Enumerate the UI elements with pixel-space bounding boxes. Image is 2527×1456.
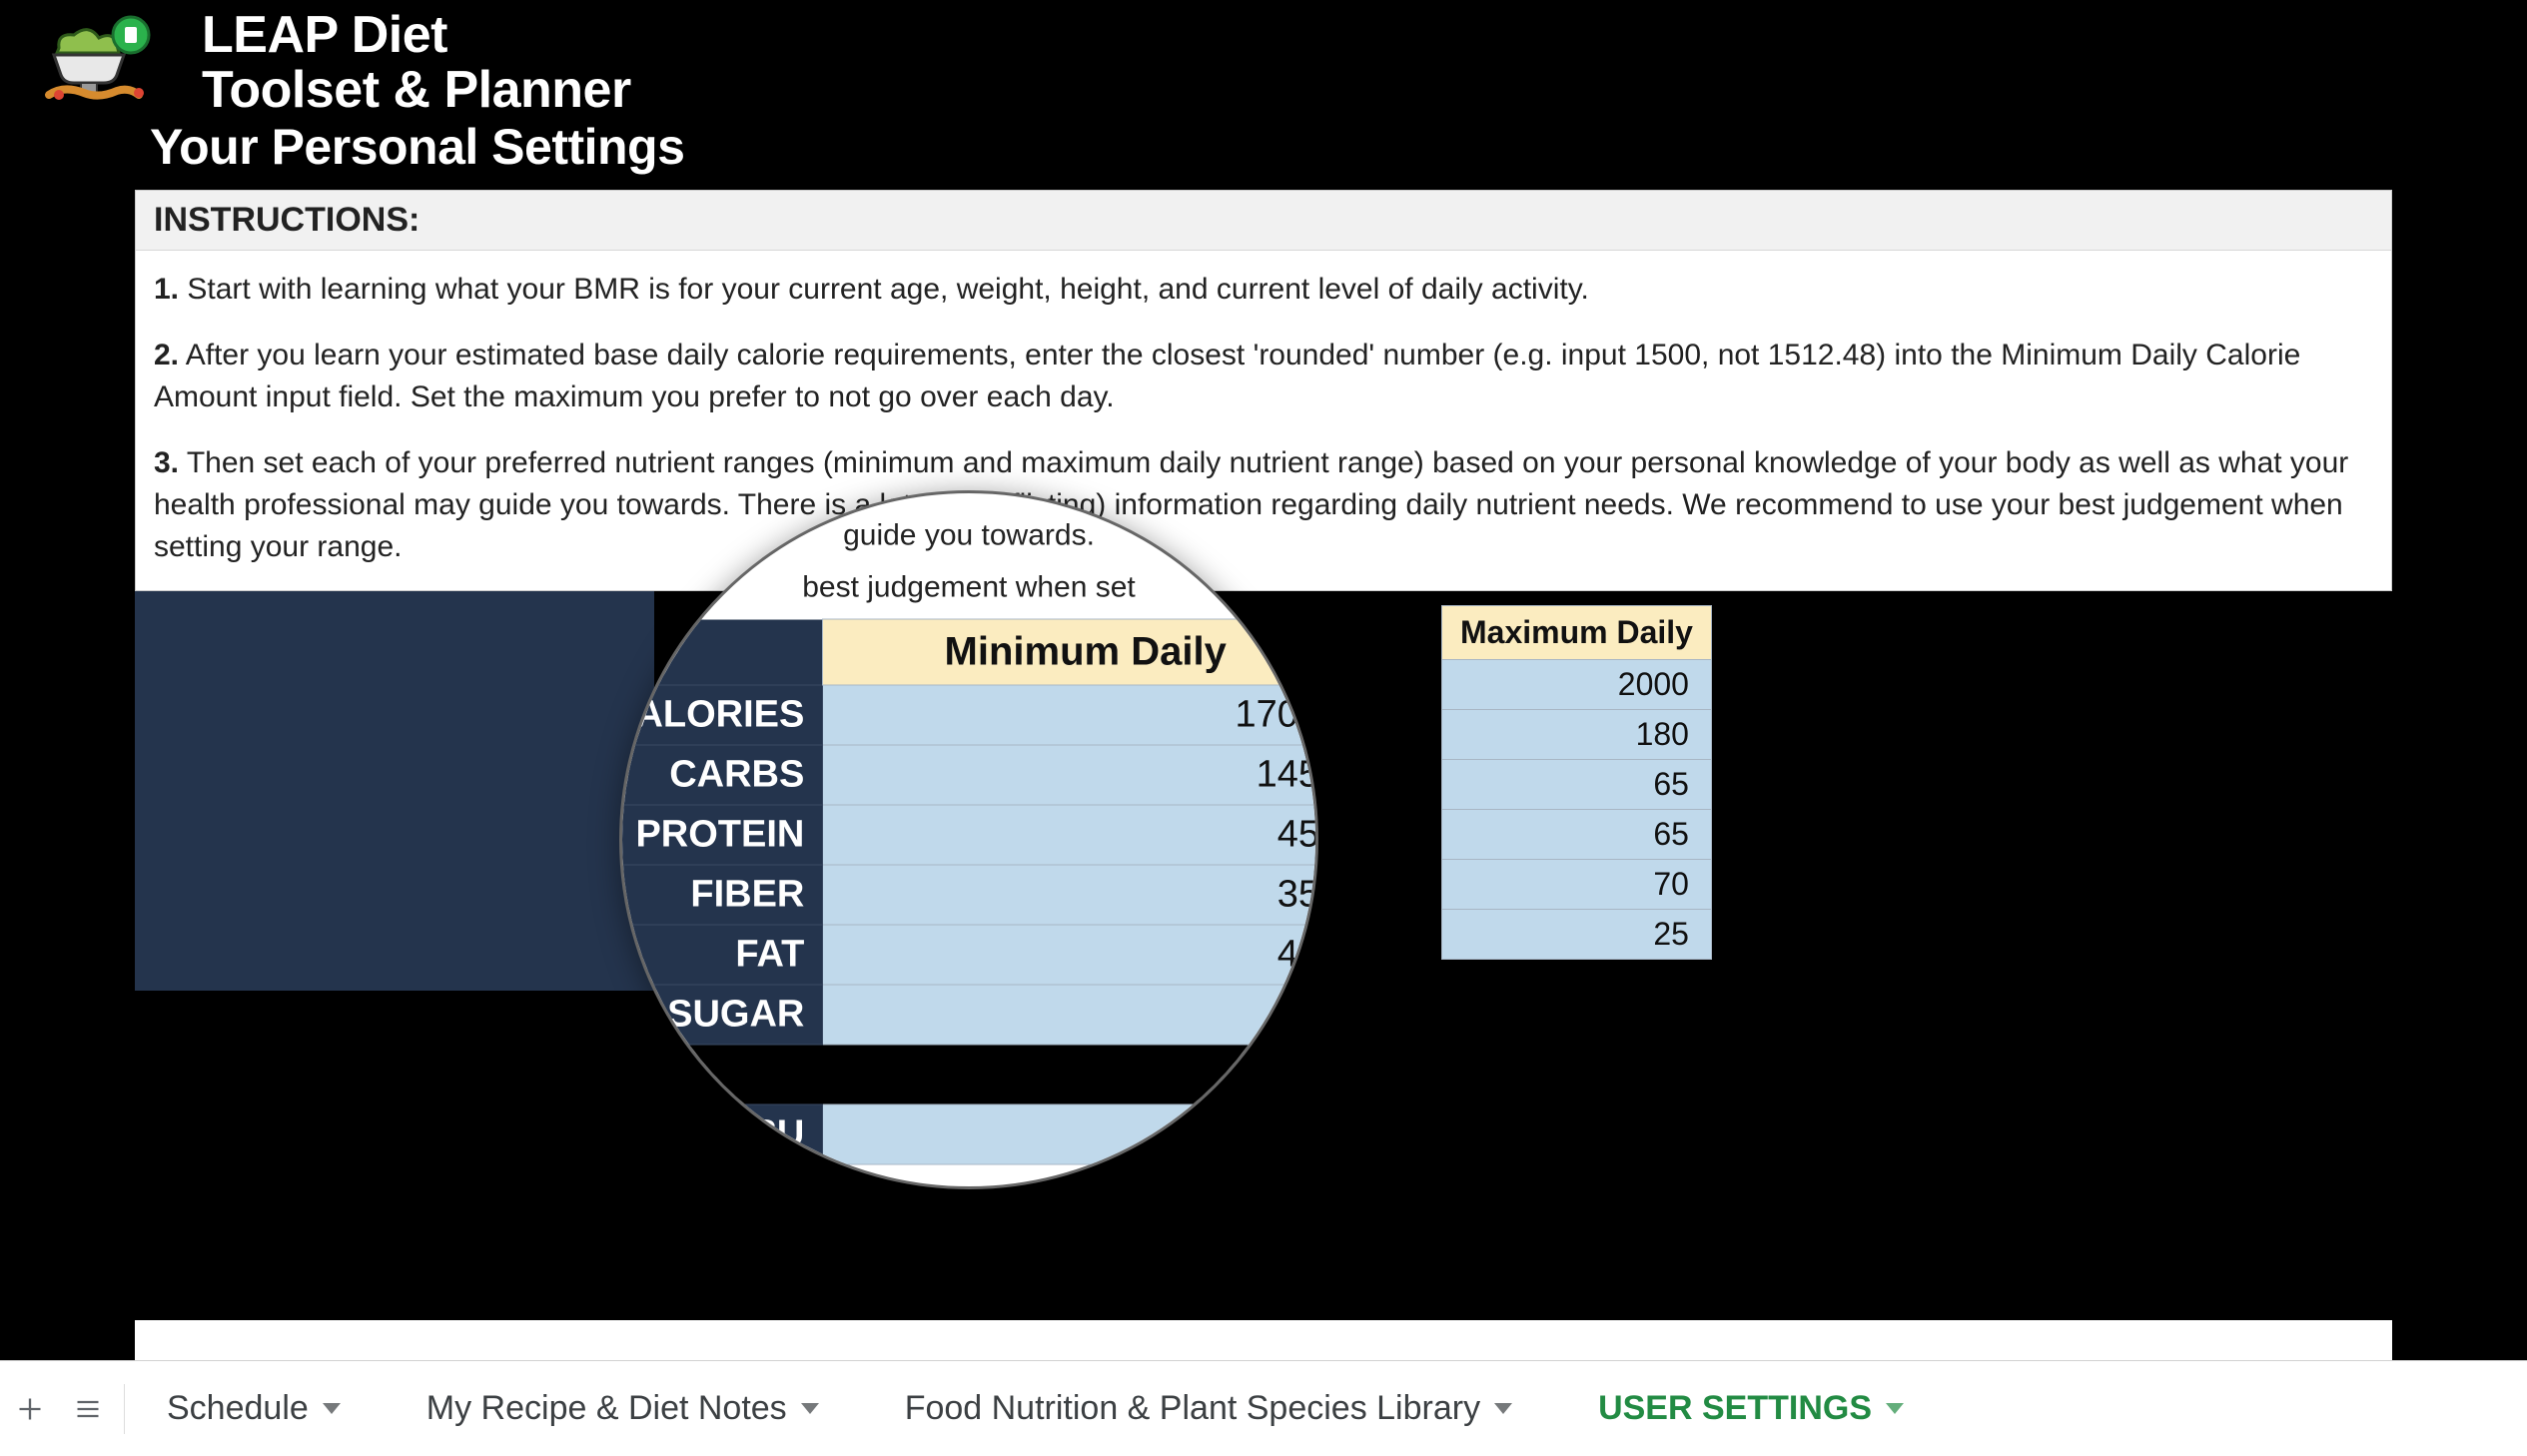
app-title-line2: Toolset & Planner [202, 63, 631, 118]
row-label: CARBS [619, 745, 823, 805]
min-value-cell[interactable]: 45 [823, 985, 1318, 1045]
tab-divider [124, 1384, 125, 1434]
table-row: CARBS145 [619, 745, 1318, 805]
max-value-cell[interactable]: 65 [1442, 760, 1712, 810]
min-daily-header: Minimum Daily [823, 619, 1318, 685]
app-header: LEAP Diet Toolset & Planner [0, 0, 2527, 118]
min-value-cell[interactable]: 45 [823, 925, 1318, 985]
max-value-cell[interactable]: 2000 [1442, 660, 1712, 710]
page-title: Your Personal Settings [0, 118, 2527, 190]
app-logo [24, 8, 184, 118]
tab-notes[interactable]: My Recipe & Diet Notes [399, 1379, 847, 1438]
table-row: SU0 [619, 1104, 1318, 1164]
table-row: FAT45 [619, 925, 1318, 985]
instruction-num: 3. [154, 446, 179, 479]
leap-diet-logo-icon [29, 13, 179, 113]
app-title-line1: LEAP Diet [202, 6, 447, 64]
max-value-cell[interactable]: 70 [1442, 860, 1712, 910]
row-label: FAT [619, 925, 823, 985]
chevron-down-icon [801, 1403, 819, 1414]
max-daily-table: Maximum Daily 2000 180 65 65 70 25 [1441, 605, 1712, 960]
min-value-cell[interactable]: 45 [823, 805, 1318, 865]
max-value-cell[interactable]: 25 [1442, 910, 1712, 960]
mag-frag-top: guide you towards. [619, 515, 1318, 567]
min-daily-table: Minimum Daily CALORIES1700 CARBS145 PROT… [619, 619, 1318, 1165]
tab-schedule[interactable]: Schedule [139, 1379, 369, 1438]
mag-frag-line: best judgement when set [619, 567, 1318, 619]
magnifier-lens: guide you towards. best judgement when s… [619, 490, 1318, 1189]
row-label: FIBER [619, 865, 823, 925]
instruction-item: 2. After you learn your estimated base d… [154, 335, 2373, 418]
table-row: CALORIES1700 [619, 685, 1318, 745]
instruction-item: 1. Start with learning what your BMR is … [154, 269, 2373, 311]
table-row: FIBER35 [619, 865, 1318, 925]
max-value-cell[interactable]: 65 [1442, 810, 1712, 860]
min-value-cell[interactable]: 1700 [823, 685, 1318, 745]
table-row-labels-bg [135, 591, 654, 991]
white-strip [135, 1320, 2392, 1360]
sheet-tabs-bar: Schedule My Recipe & Diet Notes Food Nut… [0, 1360, 2527, 1456]
tab-label: USER SETTINGS [1598, 1389, 1872, 1428]
tab-label: Schedule [167, 1389, 309, 1428]
instructions-heading: INSTRUCTIONS: [136, 191, 2391, 251]
instruction-num: 2. [154, 339, 179, 371]
instruction-text: Start with learning what your BMR is for… [187, 273, 1588, 306]
tab-user-settings[interactable]: USER SETTINGS [1570, 1379, 1932, 1438]
instruction-num: 1. [154, 273, 179, 306]
row-label: PROTEIN [619, 805, 823, 865]
max-daily-header: Maximum Daily [1442, 606, 1712, 660]
chevron-down-icon [323, 1403, 341, 1414]
table-row: PROTEIN45 [619, 805, 1318, 865]
app-title: LEAP Diet Toolset & Planner [202, 8, 631, 117]
tab-label: Food Nutrition & Plant Species Library [905, 1389, 1480, 1428]
plus-icon [16, 1395, 44, 1423]
min-value-cell[interactable]: 35 [823, 865, 1318, 925]
max-value-cell[interactable]: 180 [1442, 710, 1712, 760]
menu-icon [74, 1395, 102, 1423]
min-value-cell[interactable]: 145 [823, 745, 1318, 805]
table-row: SUGAR45 [619, 985, 1318, 1045]
row-label: CALORIES [619, 685, 823, 745]
sheet-tabs-scroll[interactable]: Schedule My Recipe & Diet Notes Food Nut… [139, 1379, 2519, 1438]
add-sheet-button[interactable] [8, 1387, 52, 1431]
instruction-text: After you learn your estimated base dail… [154, 339, 2300, 413]
chevron-down-icon [1886, 1403, 1904, 1414]
row-label: SUGAR [619, 985, 823, 1045]
tab-library[interactable]: Food Nutrition & Plant Species Library [877, 1379, 1540, 1438]
all-sheets-button[interactable] [66, 1387, 110, 1431]
row-label: SU [619, 1104, 823, 1164]
min-value-cell[interactable]: 0 [823, 1104, 1318, 1164]
chevron-down-icon [1494, 1403, 1512, 1414]
mag-black-strip [619, 1045, 1318, 1104]
tab-label: My Recipe & Diet Notes [426, 1389, 787, 1428]
